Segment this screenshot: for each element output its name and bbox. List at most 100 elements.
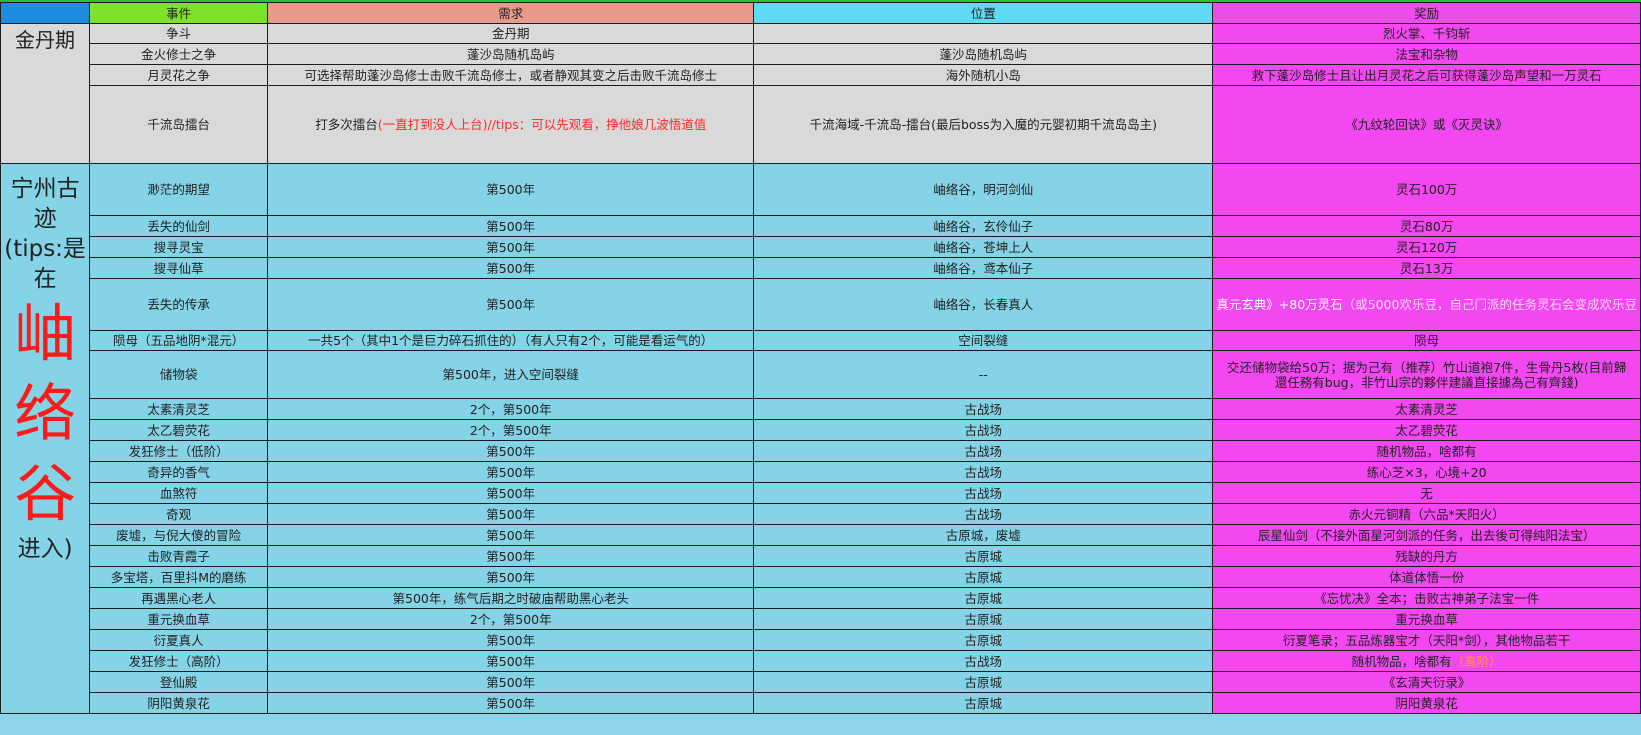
event-cell[interactable]: 奇观 xyxy=(89,503,269,525)
event-cell[interactable]: 丢失的仙剑 xyxy=(89,215,269,237)
event-cell[interactable]: 衍夏真人 xyxy=(89,629,269,651)
reward-cell[interactable]: 灵石120万 xyxy=(1212,236,1641,258)
event-cell[interactable]: 太乙碧荧花 xyxy=(89,419,269,441)
reward-cell[interactable]: 交还储物袋给50万；据为己有（推荐）竹山道袍7件，生骨丹5枚(目前歸 還任務有bu… xyxy=(1212,350,1641,399)
loc-cell[interactable]: 古战场 xyxy=(753,440,1214,462)
loc-cell[interactable]: 古战场 xyxy=(753,398,1214,420)
loc-cell[interactable]: 空间裂缝 xyxy=(753,330,1214,351)
loc-cell[interactable]: 古战场 xyxy=(753,482,1214,504)
req-cell[interactable]: 2个，第500年 xyxy=(267,419,755,441)
req-cell[interactable]: 第500年 xyxy=(267,236,755,258)
reward-cell[interactable]: 《九纹轮回诀》或《灭灵诀》 xyxy=(1212,85,1641,164)
req-cell[interactable]: 第500年 xyxy=(267,566,755,588)
reward-cell[interactable]: 《玄清天衍录》 xyxy=(1212,671,1641,693)
loc-cell[interactable]: -- xyxy=(753,350,1214,399)
reward-cell[interactable]: 灵石13万 xyxy=(1212,257,1641,279)
req-cell[interactable]: 打多次擂台(一直打到没人上台)//tips：可以先观看，挣他娘几波悟道值 xyxy=(267,85,755,164)
event-cell[interactable]: 千流岛擂台 xyxy=(89,85,269,164)
event-cell[interactable]: 多宝塔，百里抖M的磨练 xyxy=(89,566,269,588)
event-cell[interactable]: 渺茫的期望 xyxy=(89,163,269,216)
req-cell[interactable]: 第500年 xyxy=(267,545,755,567)
loc-cell[interactable]: 岫络谷，明河剑仙 xyxy=(753,163,1214,216)
reward-cell[interactable]: 体道体悟一份 xyxy=(1212,566,1641,588)
reward-cell[interactable]: 辰星仙剑（不接外面星河剑派的任务，出去後可得纯阳法宝） xyxy=(1212,524,1641,546)
event-cell[interactable]: 奇异的香气 xyxy=(89,461,269,483)
reward-cell[interactable]: 练心芝×3，心境+20 xyxy=(1212,461,1641,483)
event-cell[interactable]: 废墟，与倪大傻的冒险 xyxy=(89,524,269,546)
loc-cell[interactable]: 岫络谷，鸢本仙子 xyxy=(753,257,1214,279)
event-cell[interactable]: 登仙殿 xyxy=(89,671,269,693)
reward-cell[interactable]: 重元换血草 xyxy=(1212,608,1641,630)
req-cell[interactable]: 第500年 xyxy=(267,482,755,504)
loc-cell[interactable]: 古战场 xyxy=(753,461,1214,483)
req-cell[interactable]: 第500年，进入空间裂缝 xyxy=(267,350,755,399)
req-cell[interactable]: 第500年，练气后期之时破庙帮助黑心老头 xyxy=(267,587,755,609)
loc-cell[interactable] xyxy=(753,23,1214,44)
event-cell[interactable]: 陨母（五品地阴*混元） xyxy=(89,330,269,351)
reward-cell[interactable]: 太素清灵芝 xyxy=(1212,398,1641,420)
loc-cell[interactable]: 岫络谷，苍坤上人 xyxy=(753,236,1214,258)
reward-cell[interactable]: 救下蓬沙岛修士且让出月灵花之后可获得蓬沙岛声望和一万灵石 xyxy=(1212,64,1641,86)
loc-cell[interactable]: 古原城 xyxy=(753,566,1214,588)
reward-cell[interactable]: 真元玄典》+80万灵石（或5000欢乐豆，自己门派的任务灵石会变成欢乐豆 xyxy=(1212,278,1641,331)
loc-cell[interactable]: 古战场 xyxy=(753,503,1214,525)
req-cell[interactable]: 第500年 xyxy=(267,650,755,672)
req-cell[interactable]: 第500年 xyxy=(267,524,755,546)
header-requirement[interactable]: 需求 xyxy=(267,2,755,24)
loc-cell[interactable]: 蓬沙岛随机岛屿 xyxy=(753,43,1214,65)
req-cell[interactable]: 2个，第500年 xyxy=(267,608,755,630)
event-cell[interactable]: 重元换血草 xyxy=(89,608,269,630)
req-cell[interactable]: 第500年 xyxy=(267,215,755,237)
reward-cell[interactable]: 随机物品，啥都有 xyxy=(1212,440,1641,462)
loc-cell[interactable]: 千流海域-千流岛-擂台(最后boss为入魔的元婴初期千流岛岛主) xyxy=(753,85,1214,164)
section-ningzhou[interactable]: 宁州古迹 (tips:是 在 岫 络 谷 进入) xyxy=(0,163,91,714)
loc-cell[interactable]: 古战场 xyxy=(753,650,1214,672)
loc-cell[interactable]: 古原城 xyxy=(753,629,1214,651)
event-cell[interactable]: 阴阳黄泉花 xyxy=(89,692,269,714)
req-cell[interactable]: 2个，第500年 xyxy=(267,398,755,420)
event-cell[interactable]: 发狂修士（低阶） xyxy=(89,440,269,462)
reward-cell[interactable]: 残缺的丹方 xyxy=(1212,545,1641,567)
event-cell[interactable]: 储物袋 xyxy=(89,350,269,399)
header-reward[interactable]: 奖励 xyxy=(1212,2,1641,24)
reward-cell[interactable]: 法宝和杂物 xyxy=(1212,43,1641,65)
req-cell[interactable]: 第500年 xyxy=(267,692,755,714)
event-cell[interactable]: 争斗 xyxy=(89,23,269,44)
header-location[interactable]: 位置 xyxy=(753,2,1214,24)
reward-cell[interactable]: 赤火元铜精（六品*天阳火） xyxy=(1212,503,1641,525)
loc-cell[interactable]: 岫络谷，玄伶仙子 xyxy=(753,215,1214,237)
event-cell[interactable]: 发狂修士（高阶） xyxy=(89,650,269,672)
reward-cell[interactable]: 陨母 xyxy=(1212,330,1641,351)
loc-cell[interactable]: 古原城 xyxy=(753,545,1214,567)
loc-cell[interactable]: 古原城，废墟 xyxy=(753,524,1214,546)
event-cell[interactable]: 击败青霞子 xyxy=(89,545,269,567)
event-cell[interactable]: 月灵花之争 xyxy=(89,64,269,86)
reward-cell[interactable]: 无 xyxy=(1212,482,1641,504)
section-jindan[interactable]: 金丹期 xyxy=(0,23,91,164)
event-cell[interactable]: 金火修士之争 xyxy=(89,43,269,65)
event-cell[interactable]: 搜寻仙草 xyxy=(89,257,269,279)
loc-cell[interactable]: 古原城 xyxy=(753,608,1214,630)
req-cell[interactable]: 第500年 xyxy=(267,461,755,483)
req-cell[interactable]: 第500年 xyxy=(267,629,755,651)
event-cell[interactable]: 太素清灵芝 xyxy=(89,398,269,420)
header-corner[interactable] xyxy=(0,2,91,24)
req-cell[interactable]: 可选择帮助蓬沙岛修士击败千流岛修士，或者静观其变之后击败千流岛修士 xyxy=(267,64,755,86)
req-cell[interactable]: 第500年 xyxy=(267,278,755,331)
req-cell[interactable]: 金丹期 xyxy=(267,23,755,44)
event-cell[interactable]: 搜寻灵宝 xyxy=(89,236,269,258)
event-cell[interactable]: 再遇黑心老人 xyxy=(89,587,269,609)
req-cell[interactable]: 第500年 xyxy=(267,671,755,693)
event-cell[interactable]: 血煞符 xyxy=(89,482,269,504)
reward-cell[interactable]: 太乙碧荧花 xyxy=(1212,419,1641,441)
reward-cell[interactable]: 《忘忧决》全本；击败古神弟子法宝一件 xyxy=(1212,587,1641,609)
loc-cell[interactable]: 古原城 xyxy=(753,692,1214,714)
req-cell[interactable]: 第500年 xyxy=(267,440,755,462)
req-cell[interactable]: 第500年 xyxy=(267,163,755,216)
header-event[interactable]: 事件 xyxy=(89,2,269,24)
reward-cell[interactable]: 衍夏笔录；五品炼器宝才（天阳*剑），其他物品若干 xyxy=(1212,629,1641,651)
loc-cell[interactable]: 海外随机小岛 xyxy=(753,64,1214,86)
reward-cell[interactable]: 阴阳黄泉花 xyxy=(1212,692,1641,714)
loc-cell[interactable]: 古原城 xyxy=(753,671,1214,693)
reward-cell[interactable]: 灵石80万 xyxy=(1212,215,1641,237)
